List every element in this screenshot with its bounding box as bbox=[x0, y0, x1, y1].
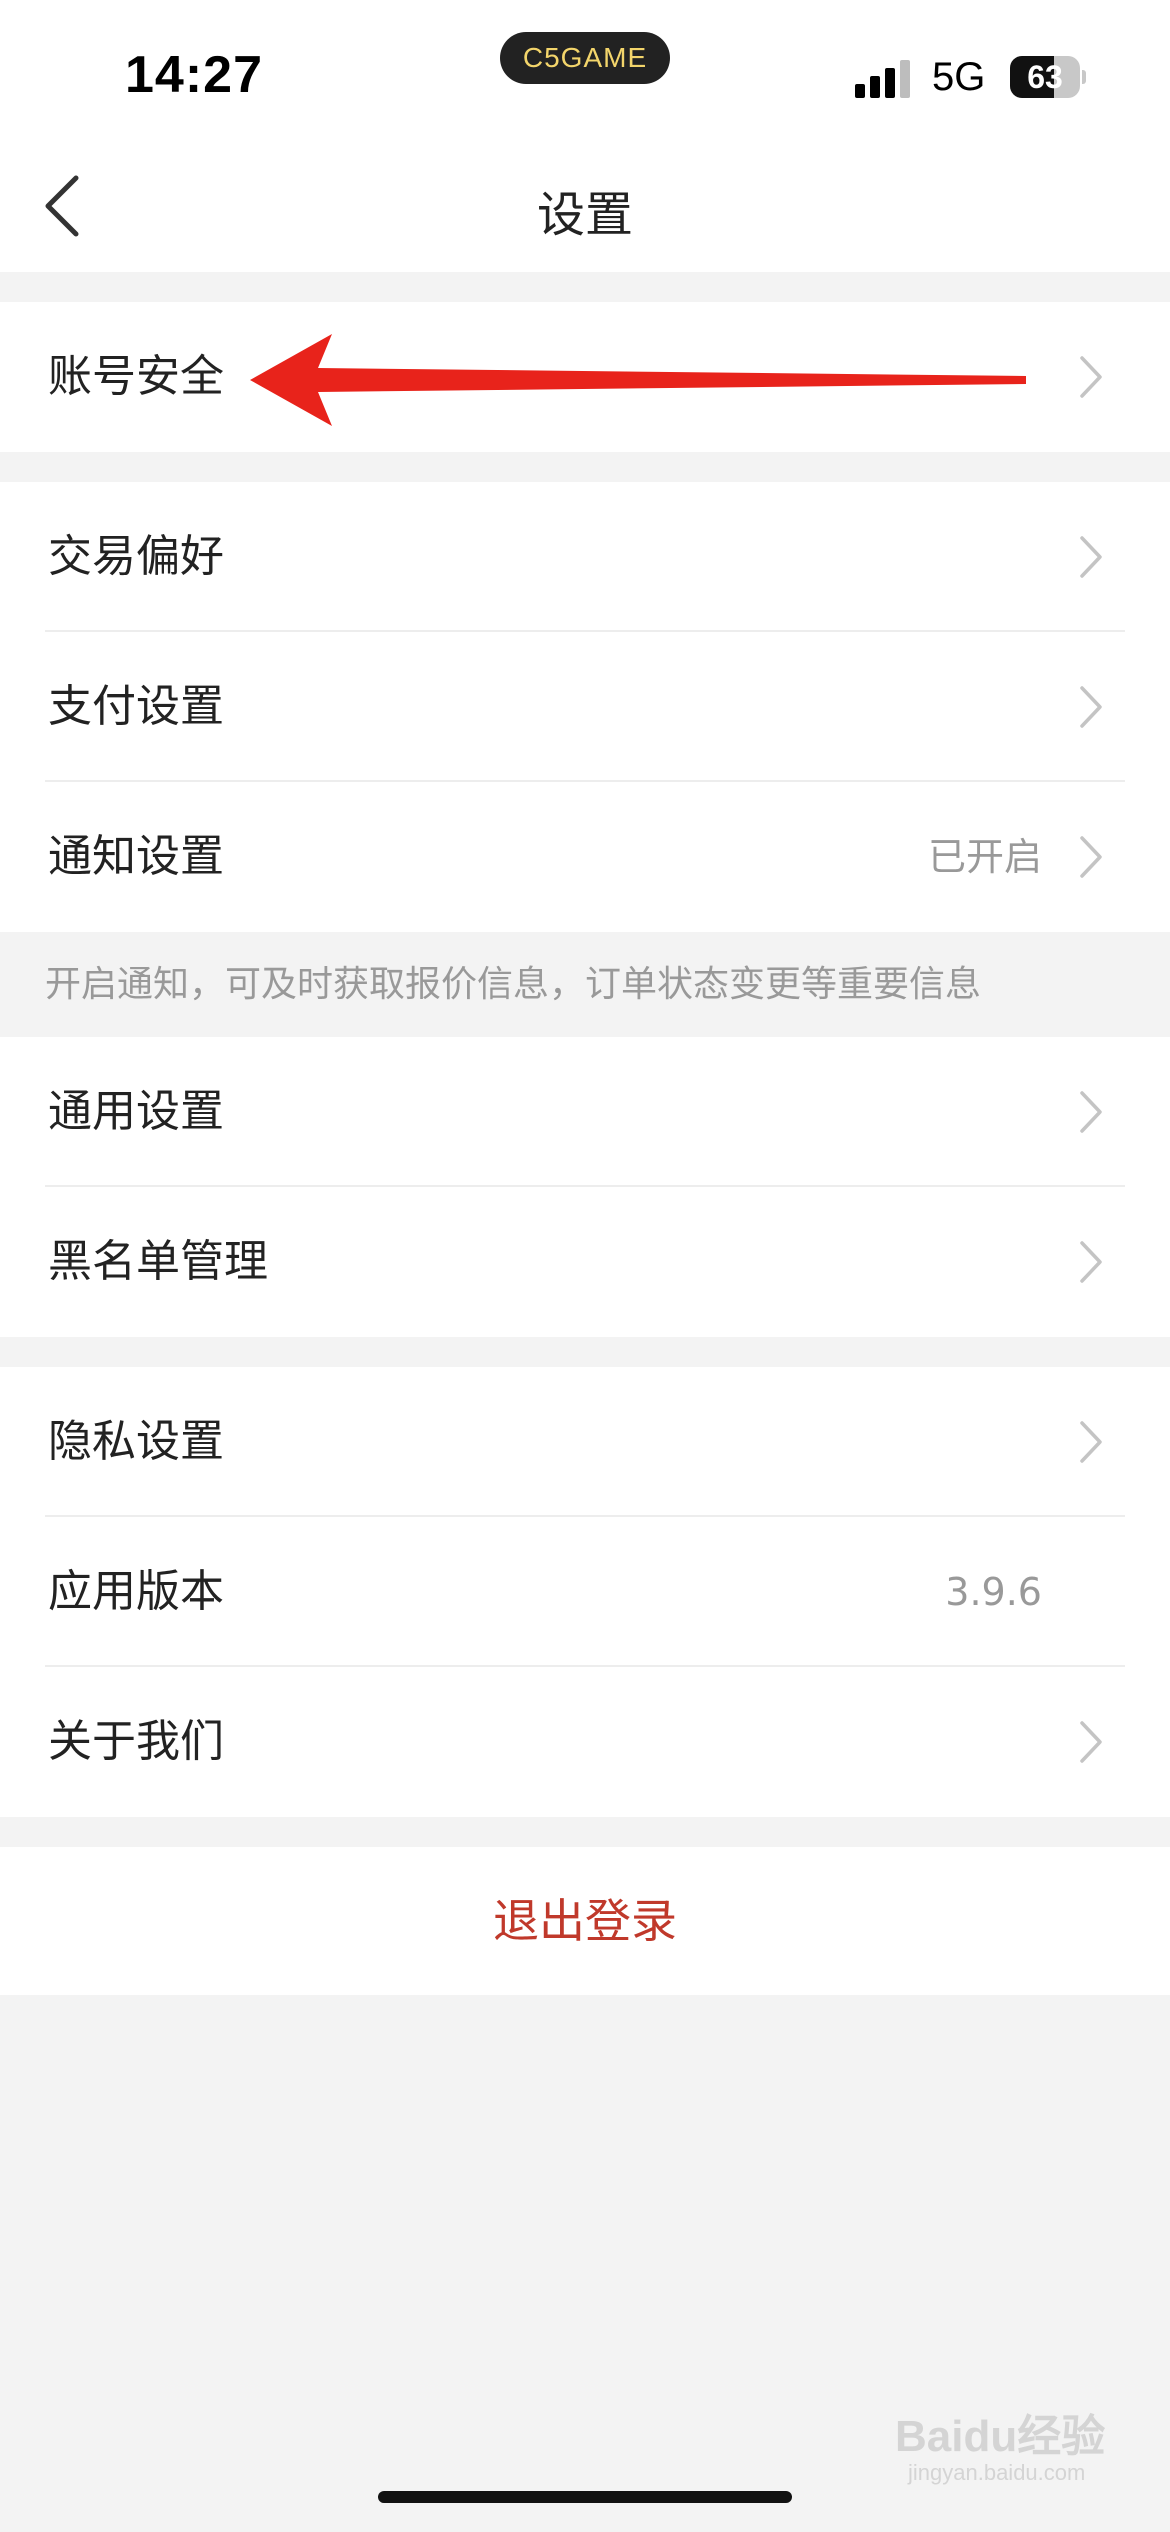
chevron-right-icon bbox=[1080, 1721, 1102, 1763]
settings-row-trade-preference[interactable]: 交易偏好 bbox=[0, 482, 1170, 632]
settings-group-about: 隐私设置 应用版本 3.9.6 关于我们 bbox=[0, 1367, 1170, 1817]
settings-group-general: 通用设置 黑名单管理 bbox=[0, 1037, 1170, 1337]
settings-row-app-version: 应用版本 3.9.6 bbox=[0, 1517, 1170, 1667]
settings-row-label: 通知设置 bbox=[48, 831, 224, 882]
chevron-right-icon bbox=[1080, 1091, 1102, 1133]
chevron-right-icon bbox=[1080, 1421, 1102, 1463]
settings-row-notification[interactable]: 通知设置 已开启 bbox=[0, 782, 1170, 932]
settings-row-label: 账号安全 bbox=[48, 351, 224, 402]
logout-button[interactable]: 退出登录 bbox=[0, 1847, 1170, 1995]
settings-row-label: 支付设置 bbox=[48, 681, 224, 732]
chevron-right-icon bbox=[1080, 356, 1102, 398]
watermark-logo: Baidu经验 bbox=[895, 2412, 1106, 2461]
settings-row-privacy[interactable]: 隐私设置 bbox=[0, 1367, 1170, 1517]
watermark-url: jingyan.baidu.com bbox=[908, 2460, 1086, 2485]
battery-level: 63 bbox=[1027, 59, 1063, 95]
battery-icon: 63 bbox=[1010, 56, 1086, 98]
notification-status-value: 已开启 bbox=[927, 835, 1042, 879]
home-indicator[interactable] bbox=[378, 2491, 792, 2503]
chevron-right-icon bbox=[1080, 836, 1102, 878]
page-title: 设置 bbox=[536, 187, 633, 243]
settings-row-payment[interactable]: 支付设置 bbox=[0, 632, 1170, 782]
chevron-right-icon bbox=[1080, 1241, 1102, 1283]
chevron-right-icon bbox=[1080, 536, 1102, 578]
annotation-arrow-icon bbox=[250, 334, 1026, 426]
notification-hint-text: 开启通知，可及时获取报价信息，订单状态变更等重要信息 bbox=[45, 964, 982, 1005]
app-pill: C5GAME bbox=[500, 32, 670, 84]
status-time: 14:27 bbox=[125, 46, 263, 104]
logout-label: 退出登录 bbox=[493, 1894, 677, 1948]
top-bar: 14:27 C5GAME 5G 63 设置 bbox=[0, 0, 1170, 272]
cellular-signal-icon bbox=[855, 58, 915, 98]
settings-row-about-us[interactable]: 关于我们 bbox=[0, 1667, 1170, 1817]
settings-row-label: 通用设置 bbox=[48, 1086, 224, 1137]
settings-row-label: 黑名单管理 bbox=[48, 1236, 268, 1287]
app-version-value: 3.9.6 bbox=[945, 1570, 1042, 1614]
chevron-right-icon bbox=[1080, 686, 1102, 728]
network-type: 5G bbox=[932, 55, 986, 99]
settings-row-general[interactable]: 通用设置 bbox=[0, 1037, 1170, 1187]
settings-row-blacklist[interactable]: 黑名单管理 bbox=[0, 1187, 1170, 1337]
settings-group-trade: 交易偏好 支付设置 通知设置 已开启 bbox=[0, 482, 1170, 932]
settings-row-label: 隐私设置 bbox=[48, 1416, 224, 1467]
settings-row-label: 关于我们 bbox=[48, 1716, 224, 1767]
settings-row-label: 交易偏好 bbox=[48, 531, 224, 582]
settings-row-label: 应用版本 bbox=[48, 1566, 224, 1617]
